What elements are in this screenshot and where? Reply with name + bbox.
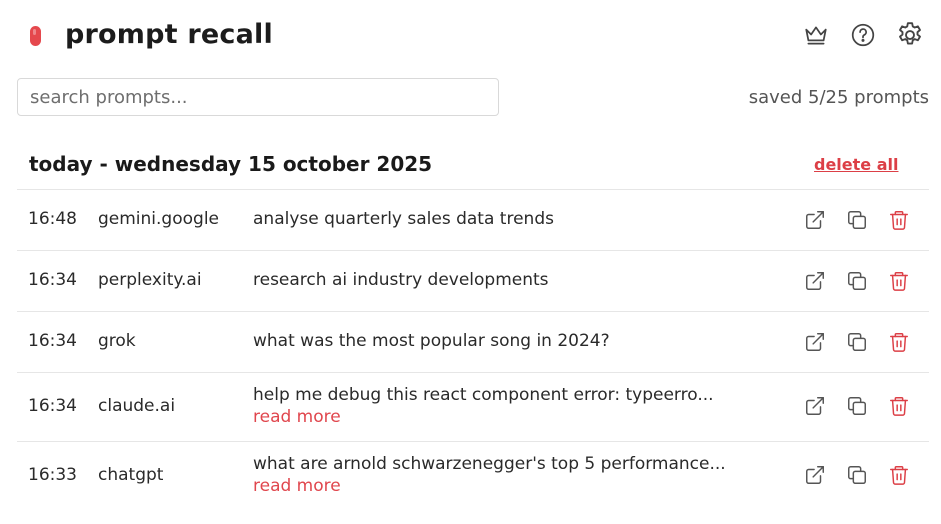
prompt-row: 16:34 perplexity.ai research ai industry… bbox=[17, 250, 929, 311]
trash-icon[interactable] bbox=[888, 270, 910, 292]
prompt-time: 16:48 bbox=[28, 209, 77, 229]
crown-icon[interactable] bbox=[803, 22, 829, 48]
prompt-row: 16:33 chatgpt what are arnold schwarzene… bbox=[17, 441, 929, 510]
copy-icon[interactable] bbox=[846, 395, 868, 417]
prompt-row: 16:48 gemini.google analyse quarterly sa… bbox=[17, 189, 929, 250]
prompt-time: 16:33 bbox=[28, 465, 77, 485]
logo-icon bbox=[30, 26, 41, 46]
prompt-text: what are arnold schwarzenegger's top 5 p… bbox=[253, 454, 726, 474]
read-more-link[interactable]: read more bbox=[253, 476, 341, 496]
gear-icon[interactable] bbox=[895, 20, 925, 50]
copy-icon[interactable] bbox=[846, 331, 868, 353]
prompt-site: chatgpt bbox=[98, 465, 164, 485]
read-more-link[interactable]: read more bbox=[253, 407, 341, 427]
prompt-text: what was the most popular song in 2024? bbox=[253, 331, 610, 351]
prompt-time: 16:34 bbox=[28, 396, 77, 416]
open-external-icon[interactable] bbox=[804, 464, 826, 486]
open-external-icon[interactable] bbox=[804, 270, 826, 292]
prompt-text: research ai industry developments bbox=[253, 270, 549, 290]
app-header: prompt recall bbox=[0, 0, 941, 74]
copy-icon[interactable] bbox=[846, 464, 868, 486]
open-external-icon[interactable] bbox=[804, 331, 826, 353]
prompt-list: 16:48 gemini.google analyse quarterly sa… bbox=[17, 189, 929, 510]
saved-count: saved 5/25 prompts bbox=[748, 87, 929, 108]
prompt-row: 16:34 claude.ai help me debug this react… bbox=[17, 372, 929, 441]
prompt-text: analyse quarterly sales data trends bbox=[253, 209, 554, 229]
delete-all-link[interactable]: delete all bbox=[814, 155, 898, 174]
prompt-site: claude.ai bbox=[98, 396, 176, 416]
prompt-site: gemini.google bbox=[98, 209, 220, 229]
trash-icon[interactable] bbox=[888, 331, 910, 353]
date-group-title: today - wednesday 15 october 2025 bbox=[29, 152, 433, 176]
open-external-icon[interactable] bbox=[804, 209, 826, 231]
prompt-time: 16:34 bbox=[28, 331, 77, 351]
trash-icon[interactable] bbox=[888, 464, 910, 486]
prompt-time: 16:34 bbox=[28, 270, 77, 290]
prompt-text: help me debug this react component error… bbox=[253, 385, 714, 405]
help-circle-icon[interactable] bbox=[850, 22, 876, 48]
open-external-icon[interactable] bbox=[804, 395, 826, 417]
prompt-site: perplexity.ai bbox=[98, 270, 202, 290]
copy-icon[interactable] bbox=[846, 270, 868, 292]
app-title: prompt recall bbox=[65, 19, 273, 50]
trash-icon[interactable] bbox=[888, 209, 910, 231]
trash-icon[interactable] bbox=[888, 395, 910, 417]
prompt-row: 16:34 grok what was the most popular son… bbox=[17, 311, 929, 372]
prompt-site: grok bbox=[98, 331, 136, 351]
copy-icon[interactable] bbox=[846, 209, 868, 231]
search-input[interactable] bbox=[17, 78, 499, 116]
